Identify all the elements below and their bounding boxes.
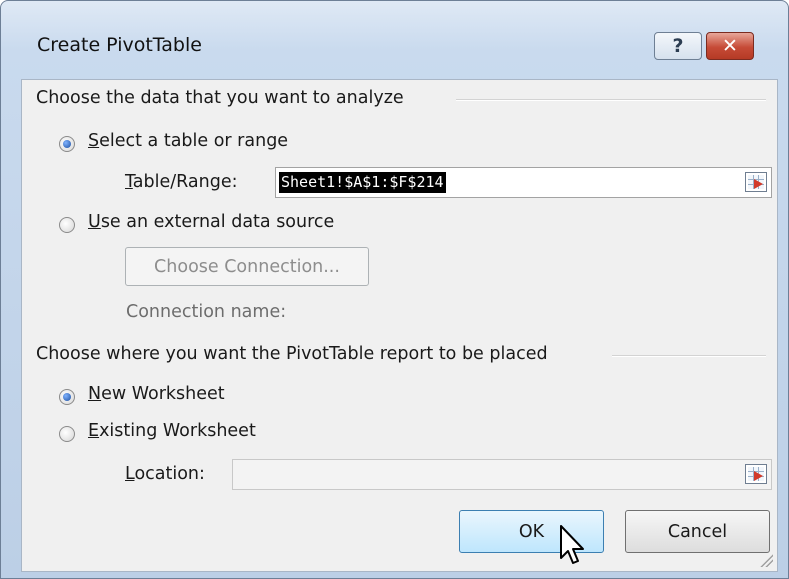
dialog-client-area: Choose the data that you want to analyze… xyxy=(21,79,778,572)
table-range-value: Sheet1!$A$1:$F$214 xyxy=(279,172,446,193)
collapse-dialog-icon[interactable] xyxy=(745,464,767,484)
external-source-option-label[interactable]: Use an external data source xyxy=(88,212,334,232)
external-source-accelerator: U xyxy=(88,212,101,232)
existing-worksheet-radio[interactable] xyxy=(59,426,75,442)
new-worksheet-radio[interactable] xyxy=(59,389,75,405)
external-source-radio[interactable] xyxy=(59,217,75,233)
mouse-pointer-icon xyxy=(560,525,584,564)
table-range-label: Table/Range: xyxy=(125,172,238,192)
close-button[interactable]: ✕ xyxy=(706,32,754,60)
select-table-radio[interactable] xyxy=(59,136,75,152)
cancel-button[interactable]: Cancel xyxy=(625,510,770,553)
dialog-window: Create PivotTable ? ✕ Choose the data th… xyxy=(0,0,789,579)
external-source-label-text: se an external data source xyxy=(100,212,335,232)
connection-name-label: Connection name: xyxy=(126,302,287,322)
analyze-group-label: Choose the data that you want to analyze xyxy=(36,88,404,108)
placement-group-divider xyxy=(612,355,766,357)
location-input[interactable] xyxy=(232,459,772,490)
existing-worksheet-accelerator: E xyxy=(88,421,100,441)
help-button[interactable]: ? xyxy=(654,32,702,60)
collapse-dialog-icon-arrow xyxy=(754,471,763,481)
table-range-input[interactable]: Sheet1!$A$1:$F$214 xyxy=(275,167,772,198)
location-label: Location: xyxy=(125,464,205,484)
new-worksheet-label-text: ew Worksheet xyxy=(101,384,225,404)
dialog-title: Create PivotTable xyxy=(37,34,202,56)
collapse-dialog-icon-arrow xyxy=(754,179,763,189)
select-table-option-label[interactable]: Select a table or range xyxy=(88,131,288,151)
new-worksheet-accelerator: N xyxy=(88,384,102,404)
resize-grip[interactable] xyxy=(759,553,773,567)
select-table-accelerator: S xyxy=(88,131,100,151)
analyze-group-divider xyxy=(456,99,766,101)
table-range-accelerator: T xyxy=(125,172,133,192)
existing-worksheet-label-text: xisting Worksheet xyxy=(99,421,256,441)
placement-group-label: Choose where you want the PivotTable rep… xyxy=(36,344,548,364)
existing-worksheet-option-label[interactable]: Existing Worksheet xyxy=(88,421,256,441)
collapse-dialog-icon[interactable] xyxy=(745,172,767,192)
select-table-label-text: elect a table or range xyxy=(99,131,289,151)
choose-connection-button[interactable]: Choose Connection... xyxy=(125,247,369,286)
location-label-text: ocation: xyxy=(134,464,205,484)
new-worksheet-option-label[interactable]: New Worksheet xyxy=(88,384,225,404)
table-range-label-text: able/Range: xyxy=(132,172,238,192)
